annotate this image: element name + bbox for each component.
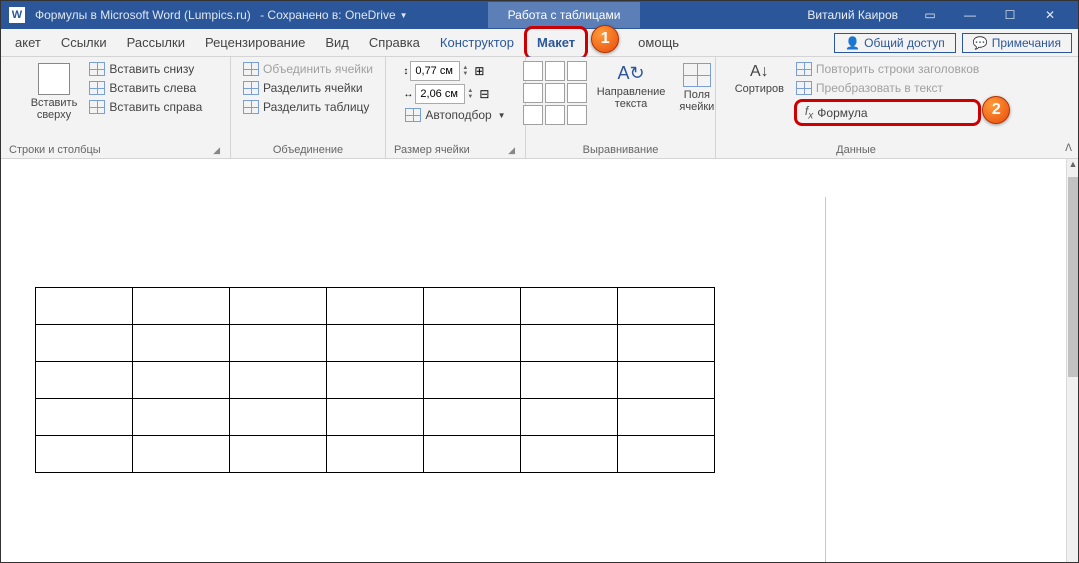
close-icon[interactable]: ✕ bbox=[1030, 8, 1070, 22]
tab-help[interactable]: Справка bbox=[359, 29, 430, 57]
formula-label: Формула bbox=[817, 106, 867, 120]
text-direction-icon: A↻ bbox=[618, 63, 645, 84]
merge-cells-icon bbox=[243, 62, 259, 76]
split-cells-button[interactable]: Разделить ячейки bbox=[241, 80, 375, 96]
align-middle-center[interactable] bbox=[545, 83, 565, 103]
insert-above-icon bbox=[38, 63, 70, 95]
tab-layout-partial[interactable]: акет bbox=[5, 29, 51, 57]
minimize-icon[interactable]: — bbox=[950, 8, 990, 22]
sort-label: Сортиров bbox=[735, 83, 784, 95]
ribbon-display-options-icon[interactable]: ▭ bbox=[910, 8, 950, 22]
text-direction-button[interactable]: A↻ Направление текста bbox=[593, 61, 670, 112]
word-icon: W bbox=[9, 7, 25, 23]
insert-left-icon bbox=[89, 81, 105, 95]
align-top-right[interactable] bbox=[567, 61, 587, 81]
dialog-launcher-icon[interactable]: ◢ bbox=[213, 145, 220, 156]
convert-icon bbox=[796, 81, 812, 95]
title-bar: W Формулы в Microsoft Word (Lumpics.ru) … bbox=[1, 1, 1078, 29]
group-rows-columns-label: Строки и столбцы bbox=[9, 142, 101, 156]
align-bottom-left[interactable] bbox=[523, 105, 543, 125]
align-bottom-right[interactable] bbox=[567, 105, 587, 125]
insert-above-button[interactable]: Вставить сверху bbox=[27, 61, 82, 123]
maximize-icon[interactable]: ☐ bbox=[990, 8, 1030, 22]
tab-references[interactable]: Ссылки bbox=[51, 29, 117, 57]
cell-margins-button[interactable]: Поля ячейки bbox=[675, 61, 718, 115]
autofit-icon bbox=[405, 108, 421, 122]
tab-table-layout-label: Макет bbox=[537, 35, 575, 50]
align-middle-left[interactable] bbox=[523, 83, 543, 103]
group-alignment: A↻ Направление текста Поля ячейки Выравн… bbox=[526, 57, 716, 158]
ribbon-tabs: акет Ссылки Рассылки Рецензирование Вид … bbox=[1, 29, 1078, 57]
scroll-up-icon[interactable]: ▲ bbox=[1067, 159, 1079, 175]
alignment-grid bbox=[523, 61, 587, 125]
align-top-center[interactable] bbox=[545, 61, 565, 81]
formula-button[interactable]: fx Формула 2 bbox=[794, 99, 981, 126]
tab-table-design[interactable]: Конструктор bbox=[430, 29, 524, 57]
split-table-button[interactable]: Разделить таблицу bbox=[241, 99, 375, 115]
group-cell-size-label: Размер ячейки bbox=[394, 142, 470, 156]
split-table-icon bbox=[243, 100, 259, 114]
document-title: Формулы в Microsoft Word (Lumpics.ru) bbox=[35, 8, 251, 22]
width-icon: ↔ bbox=[403, 89, 413, 100]
share-button[interactable]: 👤Общий доступ bbox=[834, 33, 956, 53]
callout-badge-2: 2 bbox=[982, 96, 1010, 124]
formula-icon: fx bbox=[805, 104, 813, 121]
autofit-button[interactable]: Автоподбор▼ bbox=[403, 107, 507, 123]
comments-button[interactable]: 💬Примечания bbox=[962, 33, 1072, 53]
insert-below-button[interactable]: Вставить снизу bbox=[87, 61, 204, 77]
ribbon: Вставить сверху Вставить снизу Вставить … bbox=[1, 57, 1078, 159]
group-merge: Объединить ячейки Разделить ячейки Разде… bbox=[231, 57, 386, 158]
align-bottom-center[interactable] bbox=[545, 105, 565, 125]
document-area[interactable] bbox=[1, 159, 1066, 562]
comment-icon: 💬 bbox=[973, 36, 988, 50]
context-tab-table-tools: Работа с таблицами bbox=[488, 2, 641, 28]
share-icon: 👤 bbox=[845, 36, 860, 50]
insert-below-icon bbox=[89, 62, 105, 76]
group-cell-size: ↕ ▲▼ ⊞ ↔ ▲▼ ⊟ Автоподбор▼ Размер ячейки … bbox=[386, 57, 526, 158]
col-width-field[interactable] bbox=[415, 84, 465, 104]
page bbox=[1, 197, 826, 562]
group-alignment-label: Выравнивание bbox=[583, 142, 659, 156]
repeat-header-icon bbox=[796, 62, 812, 76]
insert-above-label: Вставить сверху bbox=[31, 97, 78, 121]
callout-badge-1: 1 bbox=[591, 25, 619, 53]
insert-left-button[interactable]: Вставить слева bbox=[87, 80, 204, 96]
distribute-rows-icon[interactable]: ⊞ bbox=[474, 64, 484, 78]
tab-mailings[interactable]: Рассылки bbox=[117, 29, 195, 57]
tab-review[interactable]: Рецензирование bbox=[195, 29, 315, 57]
user-name[interactable]: Виталий Каиров bbox=[807, 8, 898, 22]
height-icon: ↕ bbox=[403, 66, 408, 77]
split-cells-icon bbox=[243, 81, 259, 95]
vertical-scrollbar[interactable]: ▲ bbox=[1066, 159, 1078, 562]
document-table[interactable] bbox=[35, 287, 715, 473]
collapse-ribbon-icon[interactable]: ᐱ bbox=[1065, 143, 1072, 154]
convert-to-text-button[interactable]: Преобразовать в текст bbox=[794, 80, 981, 96]
tab-table-layout[interactable]: Макет 1 bbox=[524, 26, 588, 59]
cell-margins-label: Поля ячейки bbox=[679, 89, 714, 113]
cell-margins-icon bbox=[683, 63, 711, 87]
sort-button[interactable]: A↓ Сортиров bbox=[731, 61, 788, 97]
insert-right-icon bbox=[89, 100, 105, 114]
align-top-left[interactable] bbox=[523, 61, 543, 81]
merge-cells-button[interactable]: Объединить ячейки bbox=[241, 61, 375, 77]
col-width-input[interactable]: ↔ ▲▼ ⊟ bbox=[403, 84, 507, 104]
repeat-header-rows-button[interactable]: Повторить строки заголовков bbox=[794, 61, 981, 77]
chevron-down-icon[interactable]: ▼ bbox=[400, 11, 408, 20]
saved-location[interactable]: - Сохранено в: OneDrive bbox=[257, 8, 396, 22]
dialog-launcher-icon[interactable]: ◢ bbox=[508, 145, 515, 156]
scrollbar-thumb[interactable] bbox=[1068, 177, 1078, 377]
row-height-field[interactable] bbox=[410, 61, 460, 81]
text-direction-label: Направление текста bbox=[597, 86, 666, 110]
group-data: A↓ Сортиров Повторить строки заголовков … bbox=[716, 57, 996, 158]
group-data-label: Данные bbox=[836, 142, 876, 156]
distribute-cols-icon[interactable]: ⊟ bbox=[479, 87, 489, 101]
row-height-input[interactable]: ↕ ▲▼ ⊞ bbox=[403, 61, 507, 81]
group-merge-label: Объединение bbox=[273, 142, 343, 156]
insert-right-button[interactable]: Вставить справа bbox=[87, 99, 204, 115]
sort-icon: A↓ bbox=[750, 63, 769, 81]
tab-help-partial[interactable]: омощь bbox=[628, 29, 689, 57]
align-middle-right[interactable] bbox=[567, 83, 587, 103]
tab-view[interactable]: Вид bbox=[315, 29, 359, 57]
group-rows-columns: Вставить сверху Вставить снизу Вставить … bbox=[1, 57, 231, 158]
